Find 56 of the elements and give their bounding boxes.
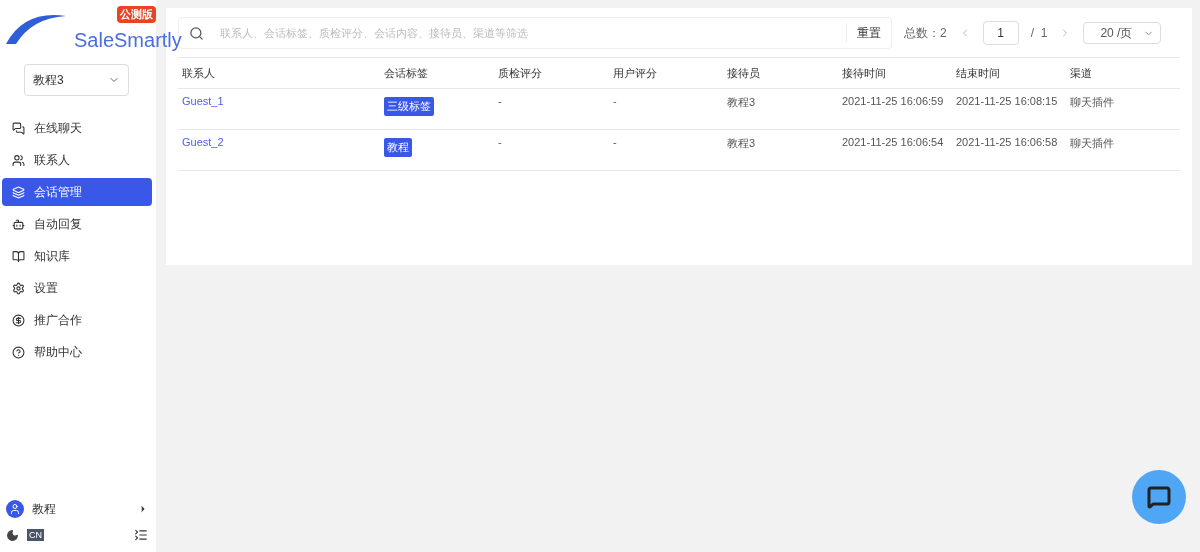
column-header: 接待时间 (842, 65, 887, 81)
robot-icon (12, 217, 25, 231)
nav-item[interactable]: 自动回复 (2, 210, 152, 238)
table-cell-text: 教程3 (727, 95, 757, 110)
search-icon (189, 25, 204, 41)
caret-icon[interactable] (138, 504, 148, 514)
column-header: 渠道 (1070, 65, 1093, 81)
nav-item[interactable]: 推广合作 (2, 306, 152, 334)
page-size-select[interactable]: 20 /页 (1083, 22, 1162, 44)
nav-item[interactable]: 知识库 (2, 242, 152, 270)
page-count: / 1 (1030, 26, 1048, 40)
layers-icon (12, 185, 25, 199)
table-cell-text: 2021-11-25 16:06:54 (842, 135, 945, 150)
column-header: 结束时间 (956, 65, 1001, 81)
table-cell-text: 2021-11-25 16:06:58 (956, 135, 1059, 150)
table-cell-text: - (613, 135, 618, 150)
total-count: 总数：2 (904, 24, 947, 42)
column-header: 接待员 (727, 65, 761, 81)
table-cell-text: 2021-11-25 16:06:59 (842, 94, 945, 109)
column-header: 会话标签 (384, 65, 429, 81)
reset-button[interactable]: 重置 (846, 23, 891, 43)
chat-bubble-icon (1147, 485, 1171, 509)
settings-icon (12, 281, 25, 295)
language-toggle[interactable]: CN (27, 529, 44, 541)
table-cell-text: - (613, 94, 618, 109)
nav-item[interactable]: 设置 (2, 274, 152, 302)
user-avatar-icon[interactable] (6, 500, 24, 518)
coin-icon (12, 313, 25, 327)
contact-link[interactable]: Guest_2 (182, 136, 224, 148)
nav-item[interactable]: 帮助中心 (2, 338, 152, 366)
table-cell-text: 2021-11-25 16:08:15 (956, 94, 1059, 109)
collapse-menu-icon[interactable] (134, 528, 148, 542)
chat-launcher-button[interactable] (1132, 470, 1186, 524)
nav-item[interactable]: 在线聊天 (2, 114, 152, 142)
table-cell-text: 聊天插件 (1070, 95, 1115, 110)
user-name: 教程 (32, 500, 57, 518)
column-header: 质检评分 (498, 65, 543, 81)
nav-item[interactable]: 联系人 (2, 146, 152, 174)
beta-badge: 公测版 (117, 6, 156, 23)
column-header: 用户评分 (613, 65, 658, 81)
workspace-select[interactable]: 教程3 (24, 64, 129, 96)
table-cell-text: 聊天插件 (1070, 136, 1115, 151)
users-icon (12, 153, 25, 167)
help-icon (12, 345, 25, 359)
conversation-tag: 教程 (384, 138, 412, 157)
conversation-tag: 三级标签 (384, 97, 434, 116)
book-icon (12, 249, 25, 263)
nav-item[interactable]: 会话管理 (2, 178, 152, 206)
table-cell-text: - (498, 135, 503, 150)
chat-icon (12, 121, 25, 135)
moon-icon[interactable] (6, 528, 19, 542)
column-header: 联系人 (182, 65, 216, 81)
table-cell-text: 教程3 (727, 136, 757, 151)
contact-link[interactable]: Guest_1 (182, 95, 224, 107)
table-cell-text: - (498, 94, 503, 109)
page-input[interactable]: 1 (982, 21, 1019, 45)
